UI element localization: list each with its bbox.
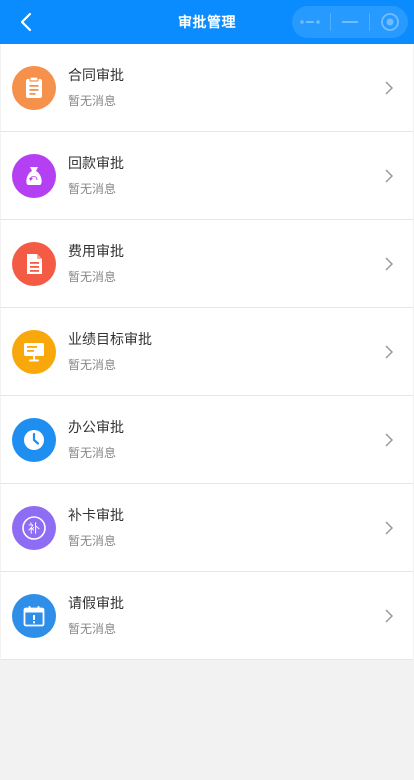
approval-item-title: 回款审批 — [68, 155, 124, 172]
approval-item-subtitle: 暂无消息 — [68, 533, 117, 548]
chevron-right-icon — [385, 80, 393, 95]
chevron-right-icon — [385, 520, 393, 535]
chevron-right-icon — [385, 344, 393, 359]
approval-item-title: 请假审批 — [68, 595, 124, 612]
minimize-button[interactable] — [333, 8, 367, 36]
approval-item-performance-target[interactable]: 业绩目标审批 暂无消息 — [1, 308, 413, 396]
approval-item-subtitle: 暂无消息 — [68, 181, 117, 196]
money-bag-icon — [26, 166, 42, 185]
approval-list: 合同审批 暂无消息 回款审批 暂无消息 费用审批 暂无消息 业绩目标审批 暂无消… — [1, 44, 413, 660]
clock-icon — [24, 429, 44, 450]
approval-item-subtitle: 暂无消息 — [68, 269, 117, 284]
approval-item-leave[interactable]: 请假审批 暂无消息 — [1, 572, 413, 660]
chevron-left-icon — [20, 12, 32, 32]
approval-item-title: 合同审批 — [68, 67, 124, 84]
approval-item-payment-collection[interactable]: 回款审批 暂无消息 — [1, 132, 413, 220]
approval-item-contract[interactable]: 合同审批 暂无消息 — [1, 44, 413, 132]
document-icon — [27, 253, 42, 274]
approval-item-title: 业绩目标审批 — [68, 331, 152, 348]
approval-item-subtitle: 暂无消息 — [68, 93, 117, 108]
chevron-right-icon — [385, 608, 393, 623]
capsule-divider — [369, 13, 371, 31]
performance-icon-badge — [12, 329, 56, 374]
approval-item-office[interactable]: 办公审批 暂无消息 — [1, 396, 413, 484]
approval-item-subtitle: 暂无消息 — [68, 357, 117, 372]
chevron-right-icon — [385, 168, 393, 183]
office-icon-badge — [12, 417, 56, 462]
approval-item-patch-card[interactable]: 补 补卡审批 暂无消息 — [1, 484, 413, 572]
contract-icon-badge — [12, 65, 56, 110]
patch-card-icon: 补 — [22, 515, 46, 540]
chevron-right-icon — [385, 256, 393, 271]
patch-card-icon-badge: 补 — [12, 505, 56, 550]
approval-item-title: 办公审批 — [68, 419, 124, 436]
approval-item-subtitle: 暂无消息 — [68, 445, 117, 460]
approval-item-title: 补卡审批 — [68, 507, 124, 524]
page-title: 审批管理 — [178, 15, 236, 31]
more-button[interactable] — [293, 8, 327, 36]
calendar-icon — [23, 605, 45, 626]
expense-icon-badge — [12, 241, 56, 286]
back-button[interactable] — [12, 8, 40, 36]
mini-program-capsule — [292, 6, 408, 38]
target-close-icon — [380, 13, 399, 31]
payment-icon-badge — [12, 153, 56, 198]
leave-icon-badge — [12, 593, 56, 638]
minus-icon — [341, 21, 358, 23]
approval-item-title: 费用审批 — [68, 243, 124, 260]
patch-card-glyph: 补 — [28, 521, 40, 535]
presentation-board-icon — [24, 342, 44, 361]
approval-item-subtitle: 暂无消息 — [68, 621, 117, 636]
top-navigation-bar: 审批管理 — [0, 0, 414, 44]
clipboard-icon — [26, 75, 42, 98]
more-dots-icon — [300, 20, 320, 24]
approval-item-expense[interactable]: 费用审批 暂无消息 — [1, 220, 413, 308]
capsule-divider — [329, 13, 331, 31]
close-button[interactable] — [373, 8, 407, 36]
chevron-right-icon — [385, 432, 393, 447]
